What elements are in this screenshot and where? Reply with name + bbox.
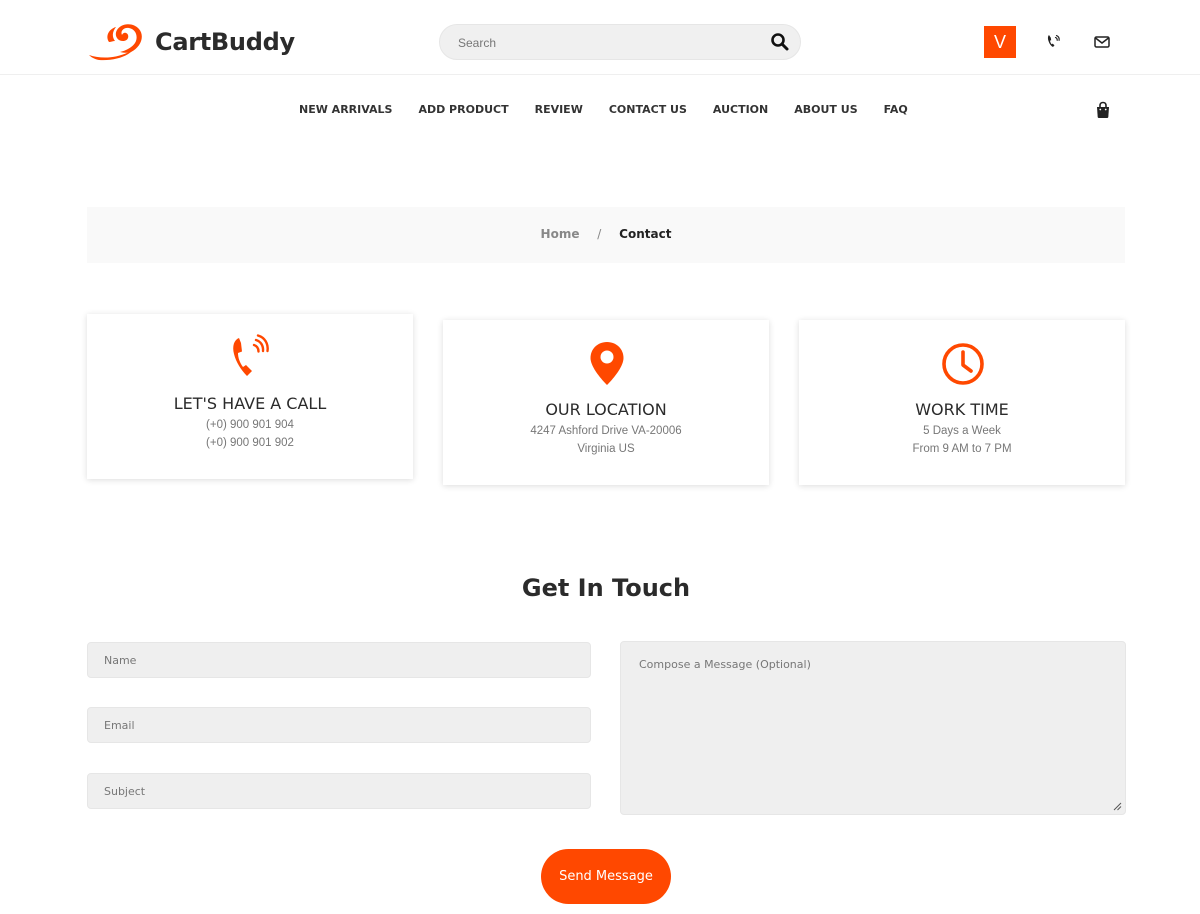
nav-item-about-us[interactable]: ABOUT US (794, 103, 857, 116)
nav-item-faq[interactable]: FAQ (884, 103, 908, 116)
mail-icon[interactable] (1093, 34, 1111, 50)
message-field (620, 641, 1126, 815)
info-card-line: 5 Days a Week (923, 425, 1001, 437)
subject-input[interactable] (88, 774, 590, 808)
info-card-call: LET'S HAVE A CALL (+0) 900 901 904 (+0) … (87, 314, 413, 479)
phone-ringing-icon (233, 334, 269, 376)
phone-icon[interactable] (1046, 33, 1062, 49)
breadcrumb-home-link[interactable]: Home (541, 227, 580, 241)
info-card-title: OUR LOCATION (545, 400, 667, 419)
info-card-line: (+0) 900 901 904 (206, 419, 294, 431)
info-card-line: From 9 AM to 7 PM (912, 443, 1012, 455)
name-field (87, 642, 591, 678)
nav-item-auction[interactable]: AUCTION (713, 103, 768, 116)
nav-item-review[interactable]: REVIEW (535, 103, 583, 116)
info-card-title: LET'S HAVE A CALL (173, 394, 327, 413)
search-input[interactable] (456, 25, 760, 61)
name-input[interactable] (88, 643, 590, 677)
location-pin-icon (590, 342, 624, 385)
nav-item-new-arrivals[interactable]: NEW ARRIVALS (299, 103, 392, 116)
logo-icon (89, 24, 142, 61)
info-card-location: OUR LOCATION 4247 Ashford Drive VA-20006… (443, 320, 769, 485)
get-in-touch-heading: Get In Touch (521, 574, 691, 602)
subject-field (87, 773, 591, 809)
info-card-line: 4247 Ashford Drive VA-20006 (530, 425, 682, 437)
main-nav: NEW ARRIVALS ADD PRODUCT REVIEW CONTACT … (0, 98, 1200, 124)
site-header: CartBuddy V (0, 0, 1200, 75)
nav-item-contact-us[interactable]: CONTACT US (609, 103, 687, 116)
info-card-line: Virginia US (577, 443, 635, 455)
resize-grip-icon[interactable] (1113, 802, 1122, 811)
search-icon[interactable] (770, 32, 790, 52)
info-card-work-time: WORK TIME 5 Days a Week From 9 AM to 7 P… (799, 320, 1125, 485)
breadcrumb-separator: / (597, 227, 602, 241)
email-input[interactable] (88, 708, 590, 742)
logo[interactable]: CartBuddy (87, 22, 295, 62)
message-textarea[interactable] (621, 642, 1125, 814)
info-card-title: WORK TIME (915, 400, 1009, 419)
send-message-button[interactable]: Send Message (541, 849, 671, 904)
email-field (87, 707, 591, 743)
info-card-line: (+0) 900 901 902 (206, 437, 294, 449)
brand-name: CartBuddy (155, 28, 295, 56)
nav-item-add-product[interactable]: ADD PRODUCT (418, 103, 508, 116)
breadcrumb-current: Contact (619, 227, 672, 241)
search-bar (439, 24, 801, 61)
shopping-bag-icon[interactable] (1095, 101, 1111, 119)
clock-icon (942, 343, 984, 385)
breadcrumb: Home / Contact (87, 207, 1125, 263)
user-avatar[interactable]: V (984, 26, 1016, 58)
